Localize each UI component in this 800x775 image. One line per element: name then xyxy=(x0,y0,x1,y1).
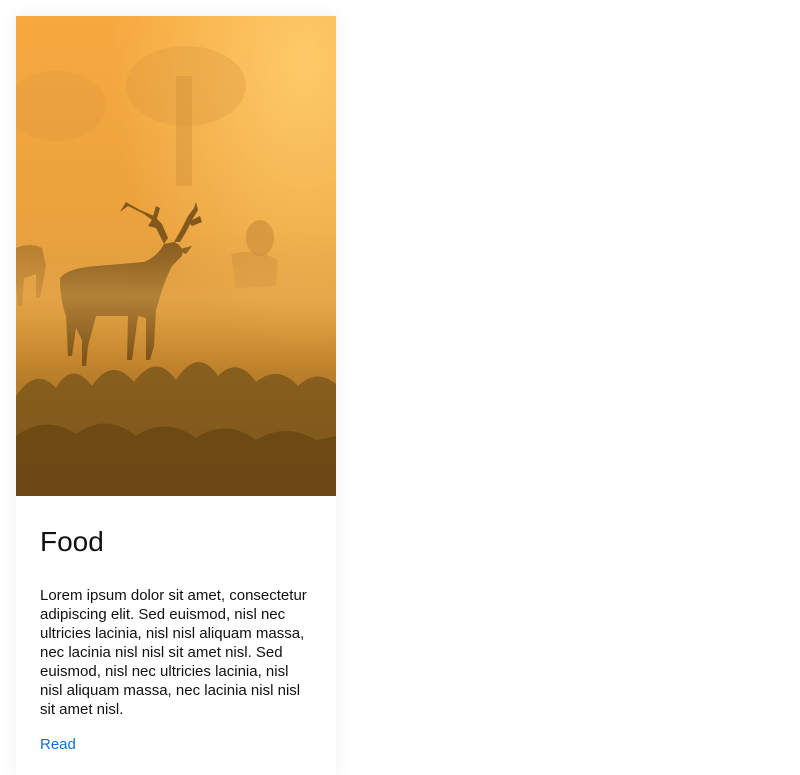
card-image xyxy=(16,16,336,496)
card-body: Food Lorem ipsum dolor sit amet, consect… xyxy=(16,524,336,754)
card-description: Lorem ipsum dolor sit amet, consectetur … xyxy=(40,587,307,718)
card-title: Food xyxy=(40,526,104,557)
page: Food Lorem ipsum dolor sit amet, consect… xyxy=(0,0,800,775)
deer-photo xyxy=(16,16,336,496)
read-link[interactable]: Read xyxy=(40,735,76,754)
article-card: Food Lorem ipsum dolor sit amet, consect… xyxy=(16,16,336,775)
